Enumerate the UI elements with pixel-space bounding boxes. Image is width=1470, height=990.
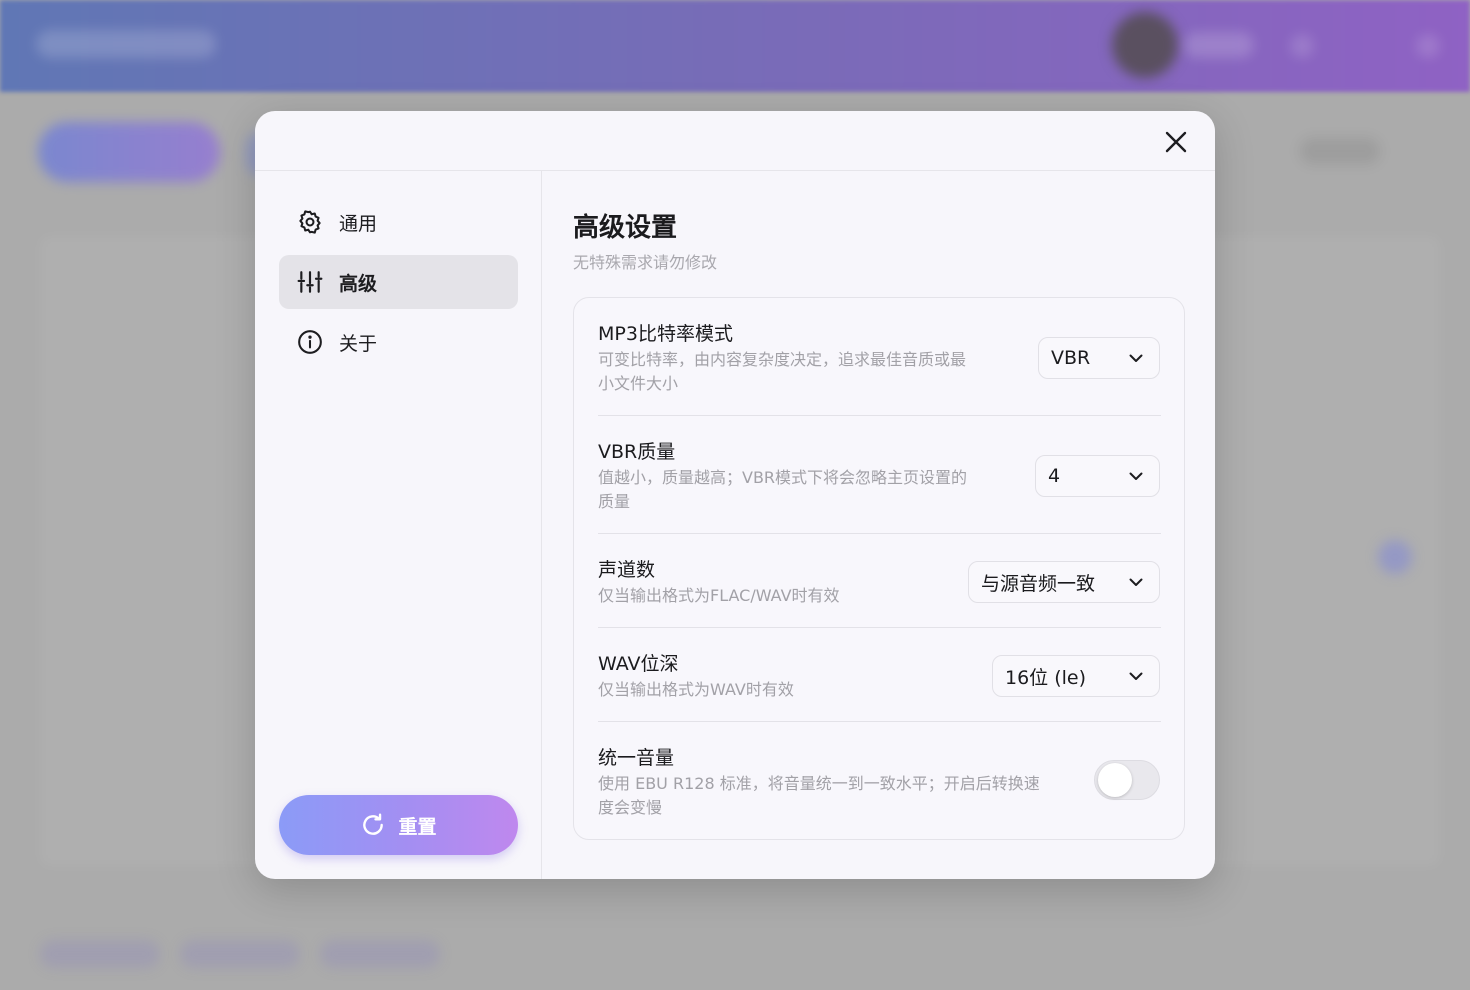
- sidebar-item-about[interactable]: 关于: [279, 315, 518, 369]
- chevron-down-icon: [1127, 467, 1145, 485]
- reset-button[interactable]: 重置: [279, 795, 518, 855]
- chevron-down-icon: [1127, 573, 1145, 591]
- setting-row-normalize-volume: 统一音量 使用 EBU R128 标准，将音量统一到一致水平；开启后转换速 度会…: [598, 722, 1161, 840]
- setting-description-line: 使用 EBU R128 标准，将音量统一到一致水平；开启后转换速: [598, 774, 1040, 793]
- chevron-down-icon: [1127, 349, 1145, 367]
- setting-description: 仅当输出格式为FLAC/WAV时有效: [598, 584, 840, 608]
- setting-description-line: 仅当输出格式为FLAC/WAV时有效: [598, 586, 840, 605]
- setting-title: 声道数: [598, 559, 656, 581]
- channels-select[interactable]: 与源音频一致: [968, 561, 1160, 603]
- setting-description-line: 小文件大小: [598, 374, 679, 393]
- close-icon: [1165, 131, 1187, 153]
- select-value: 16位 (le): [1005, 666, 1087, 689]
- background-user-pill: [1184, 32, 1254, 58]
- setting-title: 统一音量: [598, 747, 675, 769]
- setting-description: 使用 EBU R128 标准，将音量统一到一致水平；开启后转换速 度会变慢: [598, 772, 1040, 820]
- settings-content: 高级设置 无特殊需求请勿修改 MP3比特率模式 可变比特率，由内容复杂度决定，追…: [543, 171, 1215, 879]
- settings-sidebar: 通用 高级 关于 重置: [255, 171, 542, 879]
- background-header-icon: [1290, 34, 1314, 58]
- close-button[interactable]: [1161, 127, 1191, 157]
- page-subtitle: 无特殊需求请勿修改: [573, 253, 718, 272]
- sidebar-item-advanced[interactable]: 高级: [279, 255, 518, 309]
- settings-dialog: 通用 高级 关于 重置 高级设置 无特殊需求请勿修改 MP3比特率模式 可变比特…: [255, 111, 1215, 879]
- sidebar-item-general[interactable]: 通用: [279, 195, 518, 249]
- setting-row-mp3-bitrate-mode: MP3比特率模式 可变比特率，由内容复杂度决定，追求最佳音质或最 小文件大小 V…: [598, 298, 1161, 416]
- setting-title: WAV位深: [598, 653, 679, 675]
- sidebar-item-label: 高级: [339, 272, 378, 295]
- setting-description: 仅当输出格式为WAV时有效: [598, 678, 794, 702]
- toggle-knob: [1098, 763, 1132, 797]
- background-ghost-button: [1300, 138, 1380, 164]
- setting-description-line: 度会变慢: [598, 798, 663, 817]
- setting-description: 值越小，质量越高；VBR模式下将会忽略主页设置的 质量: [598, 466, 967, 514]
- setting-title: VBR质量: [598, 441, 676, 463]
- reset-button-label: 重置: [398, 815, 437, 838]
- select-value: 与源音频一致: [981, 572, 1096, 595]
- wav-bit-depth-select[interactable]: 16位 (le): [992, 655, 1160, 697]
- sidebar-item-label: 关于: [339, 332, 378, 355]
- vbr-quality-select[interactable]: 4: [1035, 455, 1160, 497]
- setting-row-channels: 声道数 仅当输出格式为FLAC/WAV时有效 与源音频一致: [598, 534, 1161, 628]
- setting-title: MP3比特率模式: [598, 323, 733, 345]
- setting-description-line: 质量: [598, 492, 631, 511]
- chevron-down-icon: [1127, 667, 1145, 685]
- gear-icon: [297, 209, 323, 235]
- refresh-icon: [363, 813, 384, 835]
- setting-row-vbr-quality: VBR质量 值越小，质量越高；VBR模式下将会忽略主页设置的 质量 4: [598, 416, 1161, 534]
- setting-description-line: 值越小，质量越高；VBR模式下将会忽略主页设置的: [598, 468, 968, 487]
- sliders-icon: [297, 269, 323, 295]
- background-chip: [180, 940, 300, 968]
- background-header-icon: [1416, 34, 1440, 58]
- background-app-title: [36, 30, 216, 58]
- setting-description-line: 可变比特率，由内容复杂度决定，追求最佳音质或最: [598, 350, 967, 369]
- sidebar-item-label: 通用: [339, 212, 378, 235]
- background-action-circle: [1378, 540, 1412, 574]
- mp3-bitrate-mode-select[interactable]: VBR: [1038, 337, 1160, 379]
- normalize-volume-toggle[interactable]: [1094, 760, 1160, 800]
- info-icon: [297, 329, 323, 355]
- dialog-header: [255, 111, 1215, 171]
- page-title: 高级设置: [573, 213, 678, 243]
- setting-description: 可变比特率，由内容复杂度决定，追求最佳音质或最 小文件大小: [598, 348, 966, 396]
- settings-card: MP3比特率模式 可变比特率，由内容复杂度决定，追求最佳音质或最 小文件大小 V…: [573, 297, 1185, 840]
- background-chip: [320, 940, 440, 968]
- select-value: VBR: [1051, 347, 1091, 369]
- setting-row-wav-bit-depth: WAV位深 仅当输出格式为WAV时有效 16位 (le): [598, 628, 1161, 722]
- setting-description-line: 仅当输出格式为WAV时有效: [598, 680, 794, 699]
- background-primary-button: [38, 122, 220, 182]
- background-avatar: [1112, 12, 1178, 78]
- background-chip: [40, 940, 160, 968]
- select-value: 4: [1048, 465, 1061, 487]
